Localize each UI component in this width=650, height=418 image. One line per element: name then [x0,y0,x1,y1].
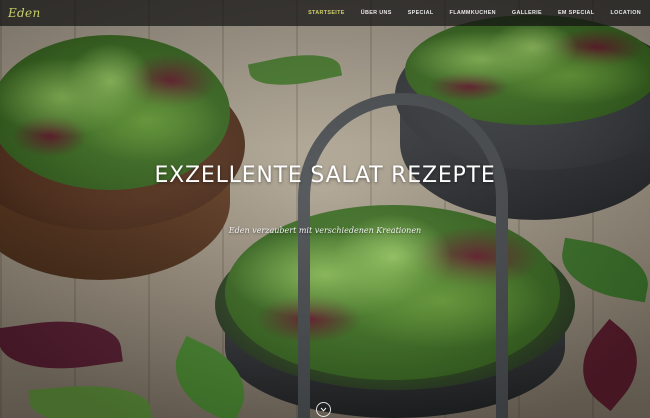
scroll-down-button[interactable] [316,402,331,417]
hero-title: EXZELLENTE SALAT REZEPTE [154,163,496,188]
chevron-down-icon [320,407,327,412]
main-nav: STARTSEITE ÜBER UNS SPECIAL FLAMMKUCHEN … [292,10,641,16]
nav-item-flammkuchen[interactable]: FLAMMKUCHEN [450,10,496,16]
nav-item-gallerie[interactable]: GALLERIE [512,10,542,16]
hero-subtitle: Eden verzaubert mit verschiedenen Kreati… [228,226,422,235]
hero-overlay [0,0,650,418]
site-logo[interactable]: Eden [8,6,40,20]
nav-item-location[interactable]: LOCATION [610,10,641,16]
nav-item-ueber-uns[interactable]: ÜBER UNS [361,10,392,16]
navbar: Eden STARTSEITE ÜBER UNS SPECIAL FLAMMKU… [0,0,650,26]
nav-item-startseite[interactable]: STARTSEITE [308,10,345,16]
nav-item-special[interactable]: SPECIAL [408,10,434,16]
nav-item-em-special[interactable]: EM SPECIAL [558,10,594,16]
hero-background-image [0,0,650,418]
